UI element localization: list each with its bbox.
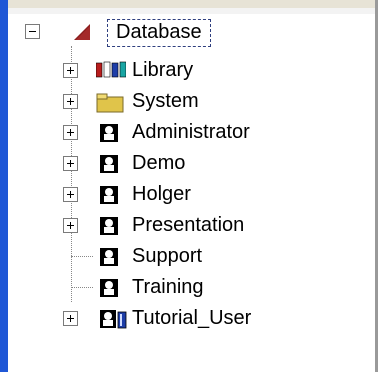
folder-icon: [96, 93, 124, 113]
tree-item-tutorial-user[interactable]: Tutorial_User: [0, 304, 378, 332]
tree-item-holger[interactable]: Holger: [0, 180, 378, 208]
expand-icon[interactable]: [63, 94, 78, 109]
tree-item-support[interactable]: Support: [0, 242, 378, 270]
selection-focus-rect: [107, 19, 211, 47]
tree-item-label[interactable]: Administrator: [132, 120, 250, 144]
user-icon: [100, 217, 118, 235]
tree-item-label[interactable]: Library: [132, 58, 193, 82]
user-icon: [100, 186, 118, 204]
tree-item-label[interactable]: Training: [132, 275, 204, 299]
tree-item-administrator[interactable]: Administrator: [0, 118, 378, 146]
tree-item-training[interactable]: Training: [0, 273, 378, 301]
tree-item-system[interactable]: System: [0, 87, 378, 115]
user-icon: [100, 248, 118, 266]
tree-item-label[interactable]: System: [132, 89, 199, 113]
expand-icon[interactable]: [63, 125, 78, 140]
user-book-icon: [100, 310, 127, 329]
expand-icon[interactable]: [63, 63, 78, 78]
tree-line-branch: [71, 287, 93, 288]
top-gap-strip: [8, 8, 375, 14]
tree-item-label[interactable]: Presentation: [132, 213, 244, 237]
tree-item-label[interactable]: Demo: [132, 151, 185, 175]
database-icon: [74, 24, 90, 40]
tree-item-label[interactable]: Support: [132, 244, 202, 268]
library-icon: [96, 61, 126, 78]
tree-item-library[interactable]: Library: [0, 56, 378, 84]
collapse-icon[interactable]: [25, 24, 40, 39]
tree-line-branch: [71, 256, 93, 257]
user-icon: [100, 279, 118, 297]
tree-item-presentation[interactable]: Presentation: [0, 211, 378, 239]
tree-panel: Database Library System Administrator De…: [0, 0, 378, 372]
expand-icon[interactable]: [63, 187, 78, 202]
user-icon: [100, 155, 118, 173]
tree-item-label[interactable]: Tutorial_User: [132, 306, 251, 330]
expand-icon[interactable]: [63, 156, 78, 171]
expand-icon[interactable]: [63, 218, 78, 233]
tree-item-label[interactable]: Holger: [132, 182, 191, 206]
user-icon: [100, 124, 118, 142]
tree-item-demo[interactable]: Demo: [0, 149, 378, 177]
top-window-border: [0, 0, 378, 8]
expand-icon[interactable]: [63, 311, 78, 326]
